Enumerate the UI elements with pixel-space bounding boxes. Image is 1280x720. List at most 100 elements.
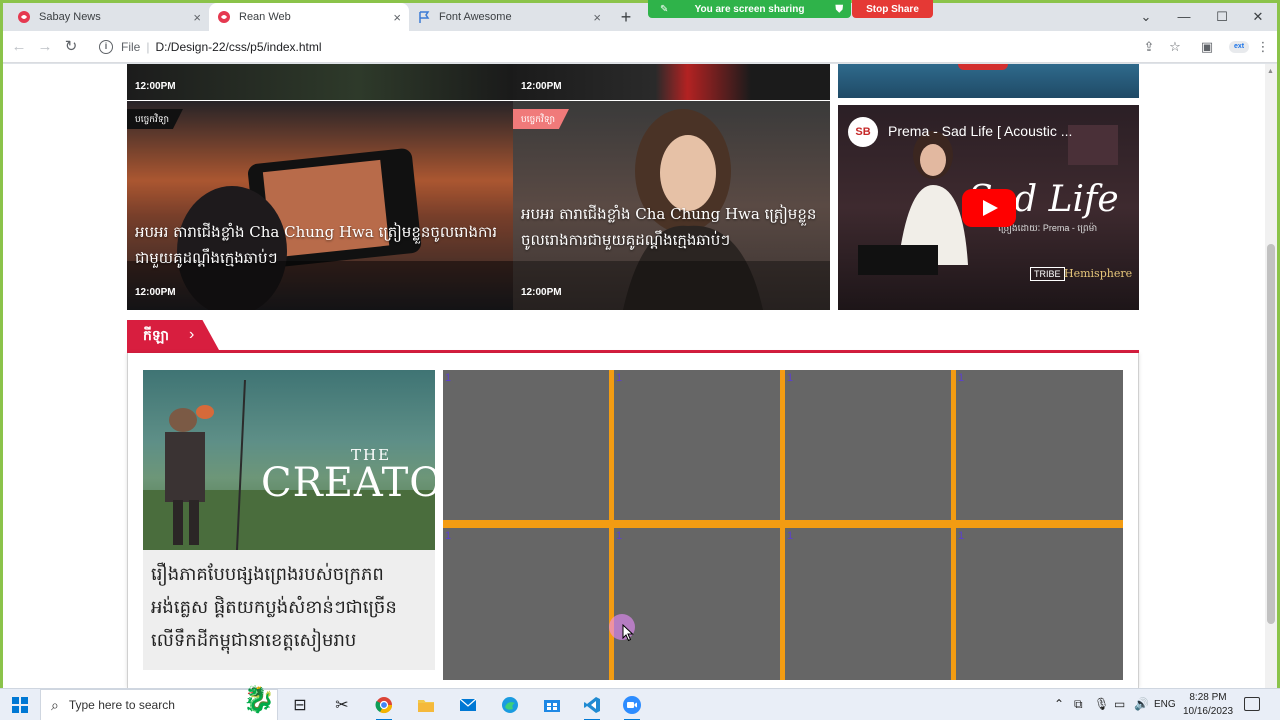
system-clock[interactable]: 8:28 PM 10/16/2023 — [1180, 691, 1236, 719]
vscode-icon[interactable] — [576, 693, 608, 720]
show-hidden-icons-icon[interactable]: ⌃ — [1054, 697, 1064, 711]
cell-label: 1 — [445, 530, 452, 542]
task-view-icon[interactable]: ⊟ — [284, 693, 316, 717]
cell-label: 1 — [616, 530, 623, 542]
menu-icon[interactable]: ⋮ — [1251, 35, 1275, 59]
language-indicator[interactable]: ENG — [1154, 699, 1176, 710]
video-card-top[interactable] — [838, 64, 1139, 98]
creator-poster-image: THE CREATOR — [143, 370, 435, 550]
close-icon[interactable]: × — [393, 10, 401, 25]
address-separator: | — [146, 40, 150, 54]
tab-search-dropdown-button[interactable]: ⌄ — [1127, 6, 1165, 28]
phone-photo-image — [127, 101, 513, 310]
section-title-tab[interactable]: កីឡា — [127, 320, 219, 350]
volume-icon[interactable]: 🔊 — [1134, 697, 1149, 711]
cell-label: 1 — [445, 372, 452, 384]
url-text[interactable]: D:/Design-22/css/p5/index.html — [155, 40, 321, 54]
shield-icon: ⛊ — [835, 3, 844, 15]
play-button-icon[interactable] — [962, 189, 1016, 227]
grid-cell[interactable]: 1 — [956, 370, 1123, 520]
file-explorer-icon[interactable] — [410, 693, 442, 717]
news-card[interactable]: បច្ចេកវិទ្យា អបអរ តារាជើងខ្លាំង Cha Chun… — [513, 101, 830, 310]
clock-date: 10/16/2023 — [1182, 706, 1234, 717]
extension-icon[interactable]: ext — [1229, 41, 1249, 53]
zoom-icon[interactable] — [616, 693, 648, 720]
tab-rean-web[interactable]: Rean Web × — [209, 3, 409, 31]
tab-title: Sabay News — [39, 11, 101, 23]
search-placeholder: Type here to search — [68, 698, 175, 712]
battery-icon[interactable]: ▭ — [1114, 697, 1125, 711]
edge-icon[interactable] — [494, 693, 526, 717]
news-card-top-left[interactable]: 12:00PM — [127, 64, 513, 100]
scroll-up-arrow-icon[interactable]: ▲ — [1267, 68, 1274, 75]
address-bar[interactable]: i File | D:/Design-22/css/p5/index.html — [91, 34, 1191, 60]
tab-title: Rean Web — [239, 11, 291, 23]
clock-time: 8:28 PM — [1189, 692, 1227, 703]
windows-start-icon[interactable] — [12, 697, 28, 713]
sabay-icon — [217, 10, 231, 24]
new-tab-button[interactable]: + — [615, 6, 637, 28]
grid-cell[interactable]: 1 — [443, 528, 609, 680]
side-panel-icon[interactable]: ▣ — [1195, 35, 1219, 59]
minimize-button[interactable]: — — [1165, 6, 1203, 28]
close-icon[interactable]: × — [593, 10, 601, 25]
forward-arrow-icon[interactable]: → — [33, 35, 57, 59]
reload-icon[interactable]: ↻ — [59, 35, 83, 59]
close-window-button[interactable]: ✕ — [1239, 6, 1277, 28]
back-arrow-icon[interactable]: ← — [7, 35, 31, 59]
hemisphere-logo: Hemisphere — [1064, 267, 1133, 280]
featured-article[interactable]: THE CREATOR រឿងភាគបែបផ្សងព្រេងរបស់ចក្រភព… — [143, 370, 435, 670]
cell-label: 1 — [787, 530, 794, 542]
cell-label: 1 — [958, 530, 965, 542]
share-icon[interactable]: ⇪ — [1137, 35, 1161, 59]
meet-now-icon[interactable]: ⧉ — [1074, 697, 1083, 712]
card-time: 12:00PM — [135, 81, 176, 92]
news-card[interactable]: បច្ចេកវិទ្យា អបអរ តារាជើងខ្លាំង Cha Chun… — [127, 101, 513, 310]
snipping-tool-icon[interactable]: ✂ — [326, 693, 358, 717]
pencil-icon: ✎ — [660, 3, 669, 15]
grid-cell[interactable]: 1 — [956, 528, 1123, 680]
poster-title: CREATOR — [261, 460, 435, 506]
search-icon: ⌕ — [51, 696, 59, 713]
scheme-label: File — [121, 40, 141, 54]
stop-share-button[interactable]: Stop Share — [852, 0, 933, 18]
page-viewport: 12:00PM 12:00PM បច្ចេកវិទ្យា អបអរ តារាជើ… — [3, 64, 1265, 688]
tab-sabay-news[interactable]: Sabay News × — [9, 3, 209, 31]
card-time: 12:00PM — [521, 287, 562, 298]
grid-cell[interactable]: 1 — [785, 370, 951, 520]
maximize-button[interactable]: ☐ — [1203, 6, 1241, 28]
tab-font-awesome[interactable]: Font Awesome × — [409, 3, 609, 31]
dragon-search-highlight-icon: 🐉 — [242, 684, 275, 714]
notification-center-icon[interactable] — [1244, 697, 1260, 711]
microphone-icon[interactable]: 🎙 — [1094, 697, 1109, 711]
info-icon[interactable]: i — [99, 40, 113, 54]
grid-cell[interactable]: 1 — [614, 370, 780, 520]
card-headline[interactable]: អបអរ តារាជើងខ្លាំង Cha Chung Hwa ត្រៀមខ្… — [135, 219, 503, 271]
mail-icon[interactable] — [452, 693, 484, 717]
youtube-video-embed[interactable]: SB Prema - Sad Life [ Acoustic ... Sad L… — [838, 105, 1139, 310]
bookmark-star-icon[interactable]: ☆ — [1163, 35, 1187, 59]
store-icon[interactable] — [536, 693, 568, 717]
screen-share-banner: ✎ You are screen sharing ⛊ — [648, 0, 851, 18]
tab-title: Font Awesome — [439, 11, 512, 23]
scrollbar-thumb[interactable] — [1267, 244, 1275, 624]
sabay-icon — [17, 10, 31, 24]
cell-label: 1 — [616, 372, 623, 384]
cell-label: 1 — [787, 372, 794, 384]
grid-cell[interactable]: 1 — [443, 370, 609, 520]
close-icon[interactable]: × — [193, 10, 201, 25]
browser-toolbar: ← → ↻ i File | D:/Design-22/css/p5/index… — [3, 31, 1277, 63]
chrome-icon[interactable] — [368, 693, 400, 720]
section-title: កីឡា — [143, 327, 169, 343]
screen-share-text: You are screen sharing — [694, 3, 805, 15]
grid-cell[interactable]: 1 — [614, 528, 780, 680]
windows-taskbar: ⌕ Type here to search 🐉 ⊟ ✂ ⌃ ⧉ 🎙 ▭ 🔊 EN… — [0, 684, 1280, 720]
grid-cell[interactable]: 1 — [785, 528, 951, 680]
news-card-top-right[interactable]: 12:00PM — [513, 64, 830, 100]
video-subtitle: ច្រៀងដោយៈ Prema - ព្រេម៉ា — [998, 223, 1098, 233]
card-headline[interactable]: អបអរ តារាជើងខ្លាំង Cha Chung Hwa ត្រៀមខ្… — [521, 201, 820, 253]
video-title[interactable]: Prema - Sad Life [ Acoustic ... — [888, 123, 1072, 139]
featured-headline[interactable]: រឿងភាគបែបផ្សងព្រេងរបស់ចក្រភពអង់គ្លេស ផ្ដ… — [151, 558, 431, 657]
taskbar-search-box[interactable]: ⌕ Type here to search 🐉 — [40, 684, 278, 720]
cell-label: 1 — [958, 372, 965, 384]
